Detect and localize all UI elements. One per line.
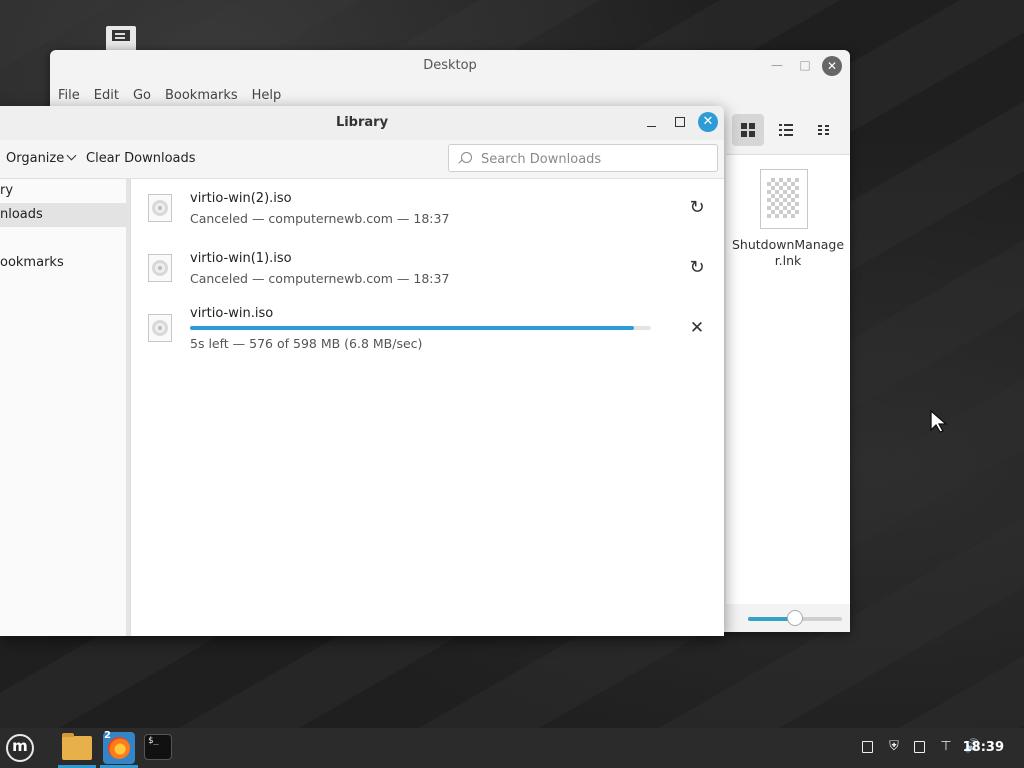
taskbar-files-button[interactable] bbox=[58, 728, 96, 768]
chevron-down-icon bbox=[66, 150, 77, 161]
menu-file[interactable]: File bbox=[58, 88, 80, 103]
linux-mint-menu-icon[interactable] bbox=[6, 734, 34, 762]
list-icon bbox=[779, 124, 793, 136]
update-manager-icon[interactable] bbox=[912, 738, 928, 756]
download-row[interactable]: virtio-win(2).iso Canceled — computernew… bbox=[131, 179, 724, 239]
list-view-button[interactable] bbox=[770, 114, 802, 146]
folder-icon bbox=[62, 733, 92, 760]
compact-view-button[interactable] bbox=[808, 114, 840, 146]
clipboard-icon[interactable] bbox=[860, 738, 876, 756]
close-button[interactable]: ✕ bbox=[822, 56, 842, 76]
download-name: virtio-win.iso bbox=[190, 306, 274, 321]
library-maximize-button[interactable] bbox=[672, 114, 688, 130]
disc-image-icon bbox=[148, 254, 172, 282]
search-icon bbox=[461, 152, 472, 163]
view-mode-buttons bbox=[732, 114, 840, 146]
download-status: 5s left — 576 of 598 MB (6.8 MB/sec) bbox=[190, 336, 423, 351]
file-name[interactable]: ShutdownManager.lnk bbox=[726, 237, 850, 269]
mouse-pointer-icon bbox=[930, 410, 948, 433]
download-status: Canceled — computernewb.com — 18:37 bbox=[190, 271, 450, 286]
sidebar-item-downloads[interactable]: nloads bbox=[0, 203, 126, 227]
download-progress-bar bbox=[190, 326, 651, 330]
menu-help[interactable]: Help bbox=[252, 88, 282, 103]
download-name: virtio-win(1).iso bbox=[190, 251, 292, 266]
sidebar-item-label: nloads bbox=[0, 207, 43, 222]
network-icon[interactable]: ⊤ bbox=[938, 738, 954, 756]
taskbar: 2 $_ ⛨ ⊤ 🔊 18:39 bbox=[0, 728, 1024, 768]
sidebar-item-label: ry bbox=[0, 183, 14, 198]
terminal-icon: $_ bbox=[144, 734, 172, 760]
clock[interactable]: 18:39 bbox=[963, 740, 1004, 755]
taskbar-firefox-button[interactable]: 2 bbox=[100, 728, 138, 768]
sidebar-item-history[interactable]: ry bbox=[0, 179, 126, 203]
grid-icon bbox=[741, 123, 755, 137]
compact-icon bbox=[818, 125, 830, 135]
menu-edit[interactable]: Edit bbox=[94, 88, 119, 103]
library-toolbar: Organize Clear Downloads bbox=[0, 140, 724, 179]
organize-label: Organize bbox=[6, 151, 65, 166]
download-status: Canceled — computernewb.com — 18:37 bbox=[190, 211, 450, 226]
library-minimize-button[interactable] bbox=[645, 114, 659, 130]
clear-downloads-button[interactable]: Clear Downloads bbox=[86, 151, 196, 166]
file-thumbnail[interactable] bbox=[760, 169, 808, 229]
downloads-list: virtio-win(2).iso Canceled — computernew… bbox=[130, 179, 724, 636]
file-manager-title: Desktop bbox=[423, 58, 477, 73]
download-row[interactable]: virtio-win(1).iso Canceled — computernew… bbox=[131, 239, 724, 299]
library-title: Library bbox=[335, 115, 389, 130]
shield-icon[interactable]: ⛨ bbox=[886, 738, 902, 756]
download-progress-fill bbox=[190, 326, 634, 330]
search-input[interactable] bbox=[479, 149, 713, 169]
cancel-icon[interactable]: ✕ bbox=[686, 317, 708, 339]
status-bar bbox=[726, 604, 850, 632]
retry-icon[interactable]: ↻ bbox=[686, 197, 708, 219]
taskbar-terminal-button[interactable]: $_ bbox=[139, 728, 177, 768]
sidebar-item-bookmarks[interactable]: ookmarks bbox=[0, 251, 126, 275]
window-count-badge: 2 bbox=[104, 730, 111, 741]
zoom-slider-handle[interactable] bbox=[787, 610, 803, 626]
library-close-button[interactable]: ✕ bbox=[698, 112, 718, 132]
minimize-button[interactable]: — bbox=[768, 56, 786, 74]
download-name: virtio-win(2).iso bbox=[190, 191, 292, 206]
disc-image-icon bbox=[148, 194, 172, 222]
library-window: Library ✕ Organize Clear Downloads ry nl… bbox=[0, 106, 724, 636]
library-sidebar: ry nloads ookmarks bbox=[0, 179, 130, 636]
file-view: ShutdownManager.lnk bbox=[726, 154, 850, 605]
sidebar-item-label: ookmarks bbox=[0, 255, 64, 270]
zoom-slider[interactable] bbox=[748, 610, 842, 626]
library-titlebar: Library ✕ bbox=[0, 106, 724, 140]
maximize-button[interactable]: □ bbox=[796, 56, 814, 74]
disc-image-icon bbox=[148, 314, 172, 342]
search-downloads-field[interactable] bbox=[448, 144, 718, 172]
icon-view-button[interactable] bbox=[732, 114, 764, 146]
menu-go[interactable]: Go bbox=[133, 88, 151, 103]
menu-bar: File Edit Go Bookmarks Help bbox=[58, 88, 281, 103]
menu-bookmarks[interactable]: Bookmarks bbox=[165, 88, 238, 103]
organize-menu-button[interactable]: Organize bbox=[6, 150, 77, 166]
retry-icon[interactable]: ↻ bbox=[686, 257, 708, 279]
